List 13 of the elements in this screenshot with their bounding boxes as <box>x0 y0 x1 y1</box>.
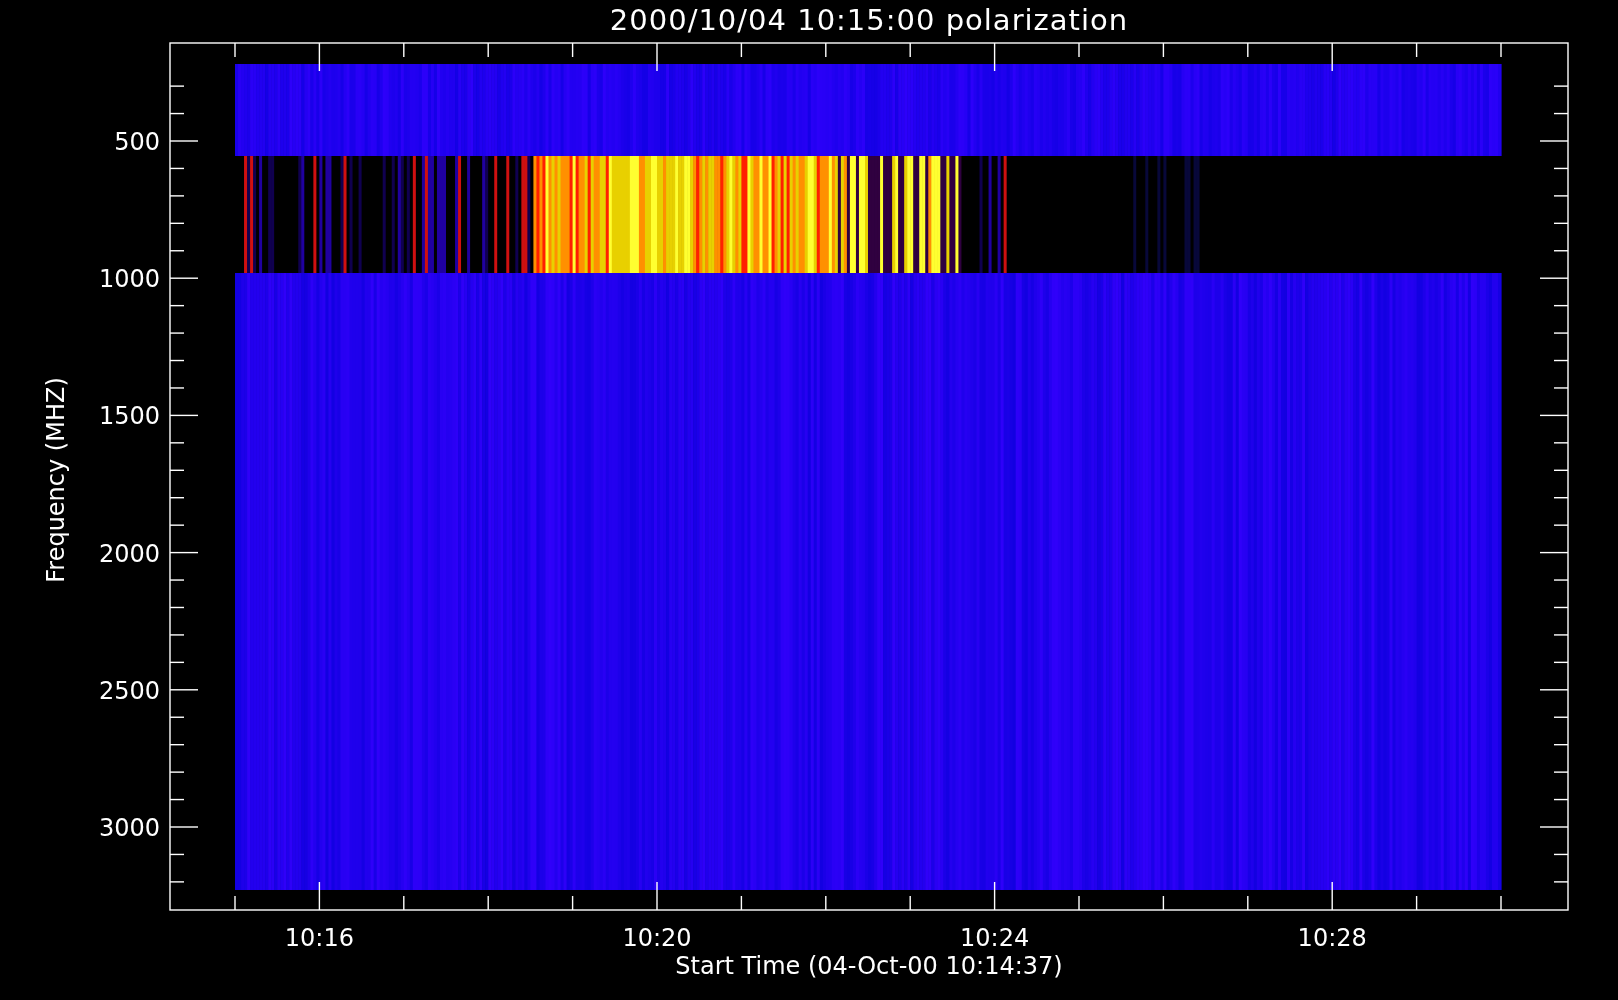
chart-title: 2000/10/04 10:15:00 polarization <box>609 3 1129 37</box>
x-tick-label: 10:24 <box>960 924 1030 952</box>
y-tick-label: 1000 <box>98 265 160 294</box>
y-axis-label: Frequency (MHZ) <box>42 377 70 583</box>
x-tick-label: 10:20 <box>622 924 692 952</box>
y-tick-label: 3000 <box>98 814 160 842</box>
y-tick-label: 500 <box>114 128 160 156</box>
y-tick-label: 2000 <box>98 539 160 568</box>
y-tick-label: 2500 <box>98 676 160 705</box>
y-tick-label: 1500 <box>98 402 160 431</box>
x-tick-label: 10:16 <box>284 924 354 952</box>
x-axis-label: Start Time (04-Oct-00 10:14:37) <box>675 952 1063 980</box>
x-tick-label: 10:28 <box>1297 924 1367 952</box>
